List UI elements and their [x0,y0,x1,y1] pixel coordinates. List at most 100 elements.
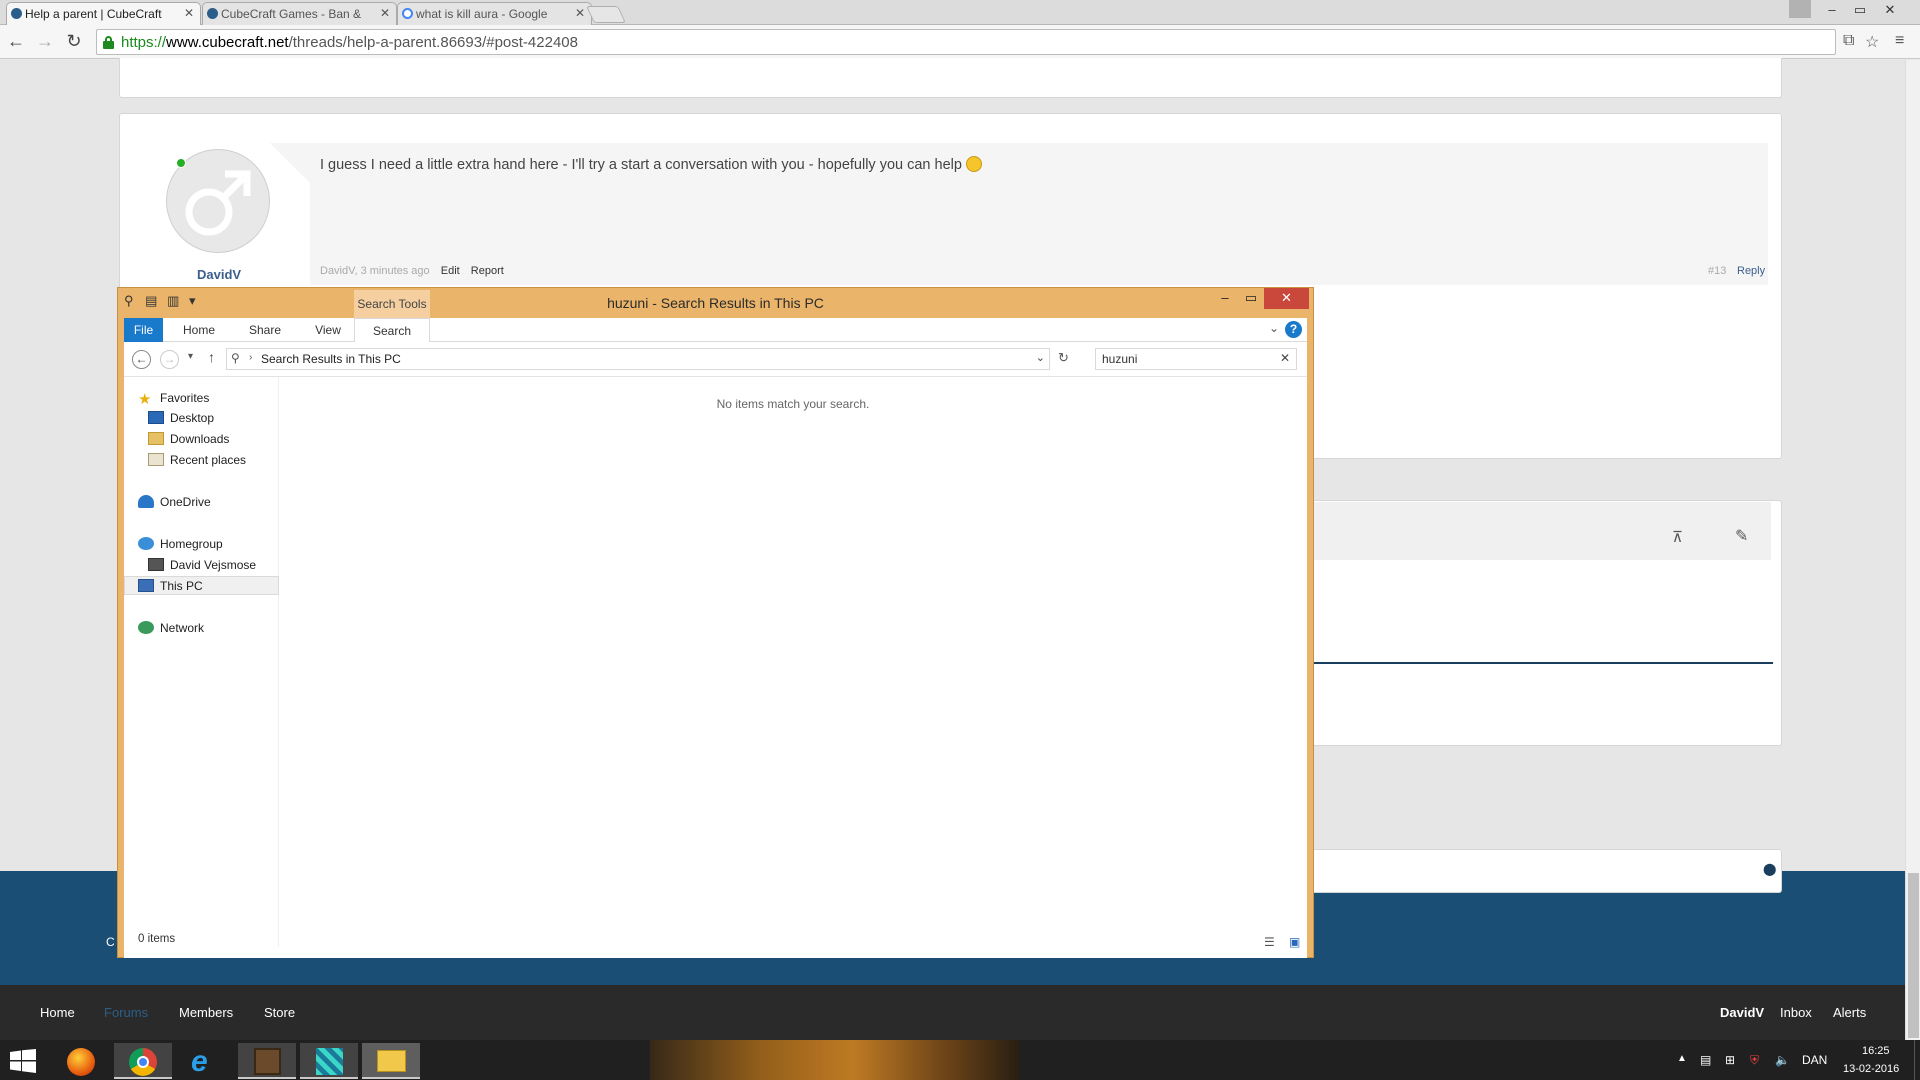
back-button[interactable]: ← [5,31,27,53]
close-window-button[interactable]: ✕ [1876,0,1904,20]
browser-tabstrip: Help a parent | CubeCraft ✕ CubeCraft Ga… [0,0,1920,26]
cubecraft-favicon-icon [11,8,22,19]
show-desktop-button[interactable] [1914,1040,1920,1080]
explorer-maximize-button[interactable]: ▭ [1238,288,1264,309]
ribbon-tab-file[interactable]: File [124,318,163,342]
security-tray-icon[interactable]: ⛨ [1750,1053,1759,1068]
post-meta: DavidV, 3 minutes ago Edit Report [320,265,504,277]
show-hidden-icons[interactable]: ▲ [1677,1053,1687,1064]
taskbar-minecraft-launcher[interactable] [300,1043,358,1079]
cubecraft-favicon-icon [207,8,218,19]
remove-format-icon[interactable]: ⊼ [1672,528,1683,546]
ribbon-tab-home[interactable]: Home [182,318,216,342]
footer-inbox-link[interactable]: Inbox [1780,1005,1812,1020]
nav-desktop[interactable]: Desktop [148,411,214,425]
edit-link[interactable]: Edit [441,265,460,277]
restore-button[interactable]: ▭ [1846,0,1874,20]
address-bar[interactable]: https://www.cubecraft.net/threads/help-a… [96,29,1836,55]
taskbar-chrome[interactable] [114,1043,172,1079]
explorer-titlebar[interactable]: ⚲ ▤ ▥ ▾ Search Tools huzuni - Search Res… [118,288,1313,318]
explorer-address-bar[interactable]: ⚲ › Search Results in This PC ⌄ [226,348,1050,370]
footer-forums-link[interactable]: Forums [104,1005,148,1020]
ribbon-tab-share[interactable]: Share [248,318,282,342]
smiley-icon [965,156,982,172]
taskbar-internet-explorer[interactable]: e [176,1043,234,1079]
address-dropdown-icon[interactable]: ⌄ [1036,351,1045,364]
location-pin-icon[interactable]: ⬤ [1763,862,1776,876]
forward-button[interactable]: → [34,31,56,53]
tab-cubecraft-games[interactable]: CubeCraft Games - Ban & ✕ [202,2,397,25]
action-center-icon[interactable]: ⊞ [1725,1053,1735,1067]
chrome-user-icon[interactable] [1789,0,1811,18]
tab-help-a-parent[interactable]: Help a parent | CubeCraft ✕ [6,2,201,26]
clock-date[interactable]: 13-02-2016 [1843,1063,1899,1075]
file-explorer-window: ⚲ ▤ ▥ ▾ Search Tools huzuni - Search Res… [117,287,1314,958]
reply-link[interactable]: Reply [1737,265,1765,277]
post-number[interactable]: #13 [1708,265,1726,277]
details-view-icon[interactable]: ☰ [1264,935,1275,949]
tab-title: what is kill aura - Google [416,7,548,21]
minimize-button[interactable]: – [1818,0,1846,20]
nav-downloads[interactable]: Downloads [148,432,229,446]
post-author-time[interactable]: DavidV, 3 minutes ago [320,265,430,277]
report-link[interactable]: Report [471,265,504,277]
new-tab-button[interactable] [586,6,626,23]
downloads-folder-icon [148,432,164,445]
ribbon-tab-search[interactable]: Search [354,318,430,342]
refresh-icon[interactable]: ↻ [1058,350,1069,366]
nav-recent-places[interactable]: Recent places [148,453,246,467]
explorer-search-box[interactable]: huzuni ✕ [1095,348,1297,370]
firefox-icon [67,1048,95,1076]
page-scrollbar[interactable] [1905,60,1920,1040]
nav-onedrive[interactable]: OneDrive [138,495,211,509]
taskbar-firefox[interactable] [52,1043,110,1079]
start-button[interactable] [10,1049,36,1076]
clock-time[interactable]: 16:25 [1862,1045,1890,1057]
item-count: 0 items [138,933,176,945]
scrollbar-thumb[interactable] [1908,873,1919,1038]
explorer-address-text: Search Results in This PC [261,352,401,366]
nav-homegroup[interactable]: Homegroup [138,537,223,551]
lock-icon [103,36,114,49]
network-tray-icon[interactable]: ▤ [1700,1053,1711,1067]
computer-icon [138,579,154,592]
reload-button[interactable]: ↻ [63,31,85,53]
nav-this-pc[interactable]: This PC [138,579,203,593]
footer-store-link[interactable]: Store [264,1005,295,1020]
bookmark-star-icon[interactable]: ☆ [1865,32,1879,52]
ribbon-tab-view[interactable]: View [312,318,344,342]
menu-icon[interactable]: ≡ [1895,32,1904,50]
taskbar-file-explorer[interactable] [362,1043,420,1079]
input-language[interactable]: DAN [1802,1053,1827,1067]
explorer-forward-button[interactable]: → [160,350,179,369]
explorer-back-button[interactable]: ← [132,350,151,369]
explorer-minimize-button[interactable]: – [1212,288,1238,309]
edit-pencil-icon[interactable]: ✎ [1735,526,1748,546]
explorer-close-button[interactable]: ✕ [1264,288,1309,309]
explorer-body: ★ Favorites Desktop Downloads Recent plac… [124,377,1307,947]
recent-locations-icon[interactable]: ▾ [188,351,193,362]
help-icon[interactable]: ? [1285,321,1302,338]
close-tab-icon[interactable]: ✕ [184,6,194,20]
volume-icon[interactable]: 🔈 [1775,1053,1790,1067]
tab-title: Help a parent | CubeCraft [25,7,162,21]
nav-homegroup-user[interactable]: David Vejsmose [148,558,256,572]
translate-icon[interactable]: ⧉ [1843,32,1854,50]
chrome-center [137,1056,149,1068]
expand-ribbon-icon[interactable]: ⌄ [1269,321,1279,335]
footer-alerts-link[interactable]: Alerts [1833,1005,1866,1020]
browser-toolbar: ← → ↻ https://www.cubecraft.net/threads/… [0,25,1920,59]
up-arrow-icon[interactable]: ↑ [208,349,215,365]
footer-user-link[interactable]: DavidV [1720,1005,1764,1020]
post-username[interactable]: DavidV [197,267,241,282]
large-icons-view-icon[interactable]: ▣ [1289,935,1300,949]
close-tab-icon[interactable]: ✕ [380,6,390,20]
close-tab-icon[interactable]: ✕ [575,6,585,20]
footer-home-link[interactable]: Home [40,1005,75,1020]
clear-search-icon[interactable]: ✕ [1280,351,1290,365]
nav-network[interactable]: Network [138,621,204,635]
tab-google-search[interactable]: what is kill aura - Google ✕ [397,2,592,25]
homegroup-icon [138,537,154,550]
footer-members-link[interactable]: Members [179,1005,233,1020]
taskbar-minecraft[interactable] [238,1043,296,1079]
